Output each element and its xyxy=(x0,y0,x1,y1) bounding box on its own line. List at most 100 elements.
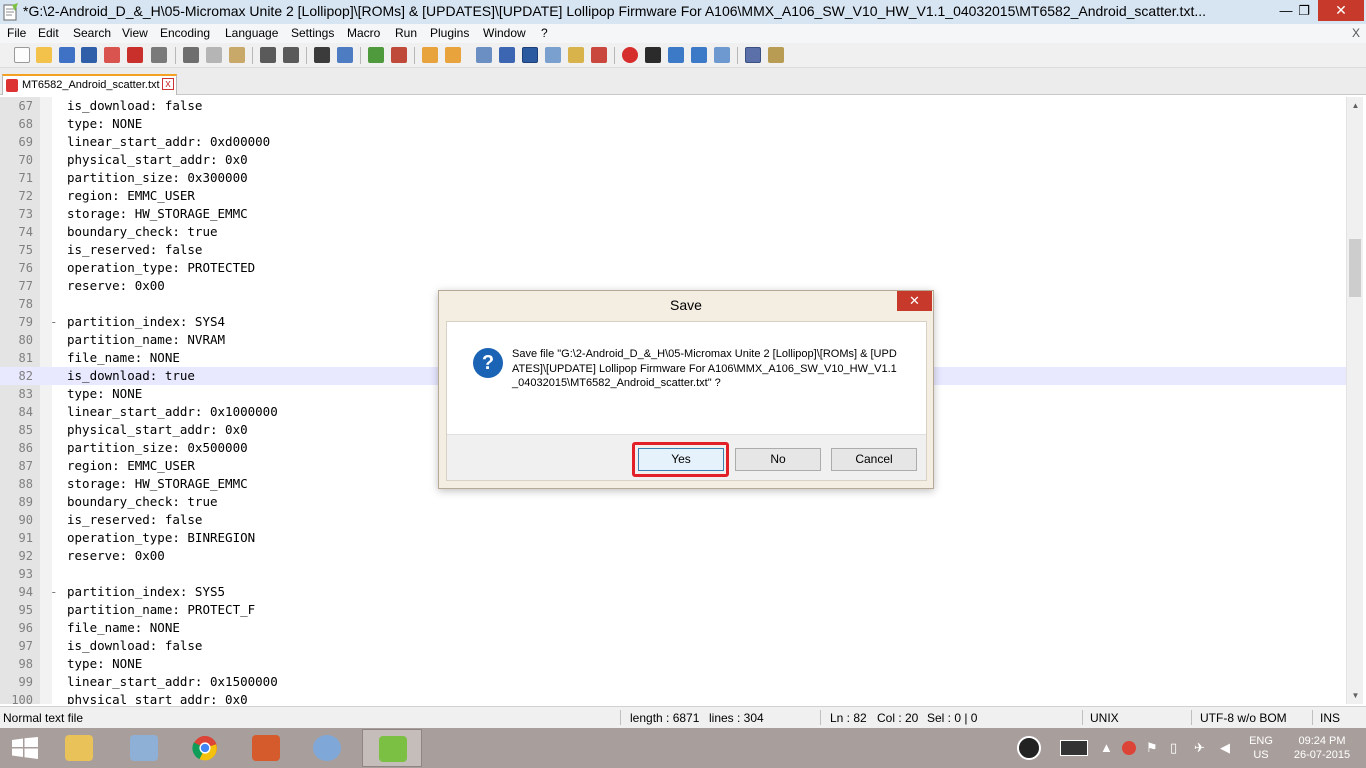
dialog-close-button[interactable]: ✕ xyxy=(897,291,932,311)
redo-icon[interactable] xyxy=(283,47,299,63)
menu-plugins[interactable]: Plugins xyxy=(430,26,469,40)
save-icon[interactable] xyxy=(59,47,75,63)
plugin-tool-icon[interactable] xyxy=(768,47,784,63)
code-line[interactable]: 67 is_download: false xyxy=(0,97,1346,115)
volume-icon[interactable]: ◀ xyxy=(1220,740,1230,756)
code-line[interactable]: 76 operation_type: PROTECTED xyxy=(0,259,1346,277)
indent-guide-icon[interactable] xyxy=(522,47,538,63)
zoom-in-icon[interactable] xyxy=(368,47,384,63)
code-line[interactable]: 70 physical_start_addr: 0x0 xyxy=(0,151,1346,169)
save-macro-icon[interactable] xyxy=(714,47,730,63)
scrollbar-thumb[interactable] xyxy=(1349,239,1361,297)
save-all-icon[interactable] xyxy=(81,47,97,63)
fold-marker[interactable]: - xyxy=(50,313,58,331)
menu-run[interactable]: Run xyxy=(395,26,417,40)
cut-icon[interactable] xyxy=(183,47,199,63)
menu-file[interactable]: File xyxy=(7,26,26,40)
no-button[interactable]: No xyxy=(735,448,821,471)
sync-horizontal-icon[interactable] xyxy=(445,47,461,63)
code-line[interactable]: 98 type: NONE xyxy=(0,655,1346,673)
zoom-out-icon[interactable] xyxy=(391,47,407,63)
scroll-down-arrow-icon[interactable]: ▼ xyxy=(1347,687,1364,704)
code-line[interactable]: 92 reserve: 0x00 xyxy=(0,547,1346,565)
word-wrap-icon[interactable] xyxy=(476,47,492,63)
taskbar-clock[interactable]: 09:24 PM 26-07-2015 xyxy=(1290,734,1354,762)
menu-encoding[interactable]: Encoding xyxy=(160,26,210,40)
line-number: 85 xyxy=(18,423,33,437)
menu-macro[interactable]: Macro xyxy=(347,26,380,40)
action-center-flag-icon[interactable]: ⚑ xyxy=(1146,740,1158,756)
show-all-characters-icon[interactable] xyxy=(499,47,515,63)
folder-as-workspace-icon[interactable] xyxy=(591,47,607,63)
battery-icon[interactable]: ▯ xyxy=(1170,740,1177,756)
taskbar-paint[interactable] xyxy=(297,729,357,767)
code-line[interactable]: 75 is_reserved: false xyxy=(0,241,1346,259)
code-line[interactable]: 69 linear_start_addr: 0xd00000 xyxy=(0,133,1346,151)
restore-button[interactable]: ❐ xyxy=(1290,0,1318,21)
spell-check-icon[interactable] xyxy=(745,47,761,63)
taskbar-chrome[interactable] xyxy=(175,729,235,767)
tab-close-icon[interactable]: x xyxy=(162,78,174,90)
code-line[interactable]: 94 - partition_index: SYS5 xyxy=(0,583,1346,601)
fold-marker[interactable]: - xyxy=(50,583,58,601)
print-icon[interactable] xyxy=(151,47,167,63)
function-list-icon[interactable] xyxy=(568,47,584,63)
sync-vertical-icon[interactable] xyxy=(422,47,438,63)
close-window-button[interactable]: ✕ xyxy=(1318,0,1364,21)
taskbar-file-explorer[interactable] xyxy=(49,729,109,767)
undo-icon[interactable] xyxy=(260,47,276,63)
record-macro-icon[interactable] xyxy=(622,47,638,63)
code-line[interactable]: 96 file_name: NONE xyxy=(0,619,1346,637)
recorder-tray-icon[interactable] xyxy=(1017,736,1041,760)
line-number: 88 xyxy=(18,477,33,491)
code-line[interactable]: 97 is_download: false xyxy=(0,637,1346,655)
airplane-mode-icon[interactable]: ✈ xyxy=(1194,740,1205,756)
replace-icon[interactable] xyxy=(337,47,353,63)
taskbar-start-screen[interactable] xyxy=(236,729,296,767)
code-line[interactable]: 68 type: NONE xyxy=(0,115,1346,133)
yes-button[interactable]: Yes xyxy=(638,448,724,471)
code-line[interactable]: 89 boundary_check: true xyxy=(0,493,1346,511)
menu-window[interactable]: Window xyxy=(483,26,526,40)
line-text: physical_start_addr: 0x0 xyxy=(67,422,248,437)
run-macro-multiple-icon[interactable] xyxy=(691,47,707,63)
taskbar-notepad-plus-plus[interactable] xyxy=(362,729,422,767)
code-line[interactable]: 72 region: EMMC_USER xyxy=(0,187,1346,205)
input-language-indicator[interactable]: ENG US xyxy=(1249,734,1273,762)
document-map-icon[interactable] xyxy=(545,47,561,63)
close-document-icon[interactable]: X xyxy=(1352,26,1360,40)
code-line[interactable]: 93 xyxy=(0,565,1346,583)
keyboard-tray-icon[interactable] xyxy=(1060,740,1088,756)
new-file-icon[interactable] xyxy=(14,47,30,63)
menu-search[interactable]: Search xyxy=(73,26,111,40)
menu-view[interactable]: View xyxy=(122,26,148,40)
code-line[interactable]: 99 linear_start_addr: 0x1500000 xyxy=(0,673,1346,691)
windows-start-icon[interactable] xyxy=(12,737,38,759)
code-line[interactable]: 71 partition_size: 0x300000 xyxy=(0,169,1346,187)
code-line[interactable]: 91 operation_type: BINREGION xyxy=(0,529,1346,547)
chrome-tray-icon[interactable] xyxy=(1122,741,1136,755)
open-file-icon[interactable] xyxy=(36,47,52,63)
tab-document[interactable]: MT6582_Android_scatter.txt x xyxy=(2,74,177,95)
cancel-button[interactable]: Cancel xyxy=(831,448,917,471)
find-icon[interactable] xyxy=(314,47,330,63)
code-line[interactable]: 100 physical_start_addr: 0x0 xyxy=(0,691,1346,704)
code-line[interactable]: 95 partition_name: PROTECT_F xyxy=(0,601,1346,619)
paste-icon[interactable] xyxy=(229,47,245,63)
menu-settings[interactable]: Settings xyxy=(291,26,334,40)
taskbar-task-manager[interactable] xyxy=(114,729,174,767)
play-macro-icon[interactable] xyxy=(668,47,684,63)
stop-recording-icon[interactable] xyxy=(645,47,661,63)
menu-language[interactable]: Language xyxy=(225,26,278,40)
code-line[interactable]: 73 storage: HW_STORAGE_EMMC xyxy=(0,205,1346,223)
menu-help[interactable]: ? xyxy=(541,26,548,40)
menu-edit[interactable]: Edit xyxy=(38,26,59,40)
close-icon[interactable] xyxy=(104,47,120,63)
code-line[interactable]: 74 boundary_check: true xyxy=(0,223,1346,241)
vertical-scrollbar[interactable]: ▲ ▼ xyxy=(1346,97,1363,704)
close-all-icon[interactable] xyxy=(127,47,143,63)
scroll-up-arrow-icon[interactable]: ▲ xyxy=(1347,97,1364,114)
code-line[interactable]: 90 is_reserved: false xyxy=(0,511,1346,529)
show-hidden-icons-icon[interactable]: ▲ xyxy=(1100,740,1113,755)
copy-icon[interactable] xyxy=(206,47,222,63)
